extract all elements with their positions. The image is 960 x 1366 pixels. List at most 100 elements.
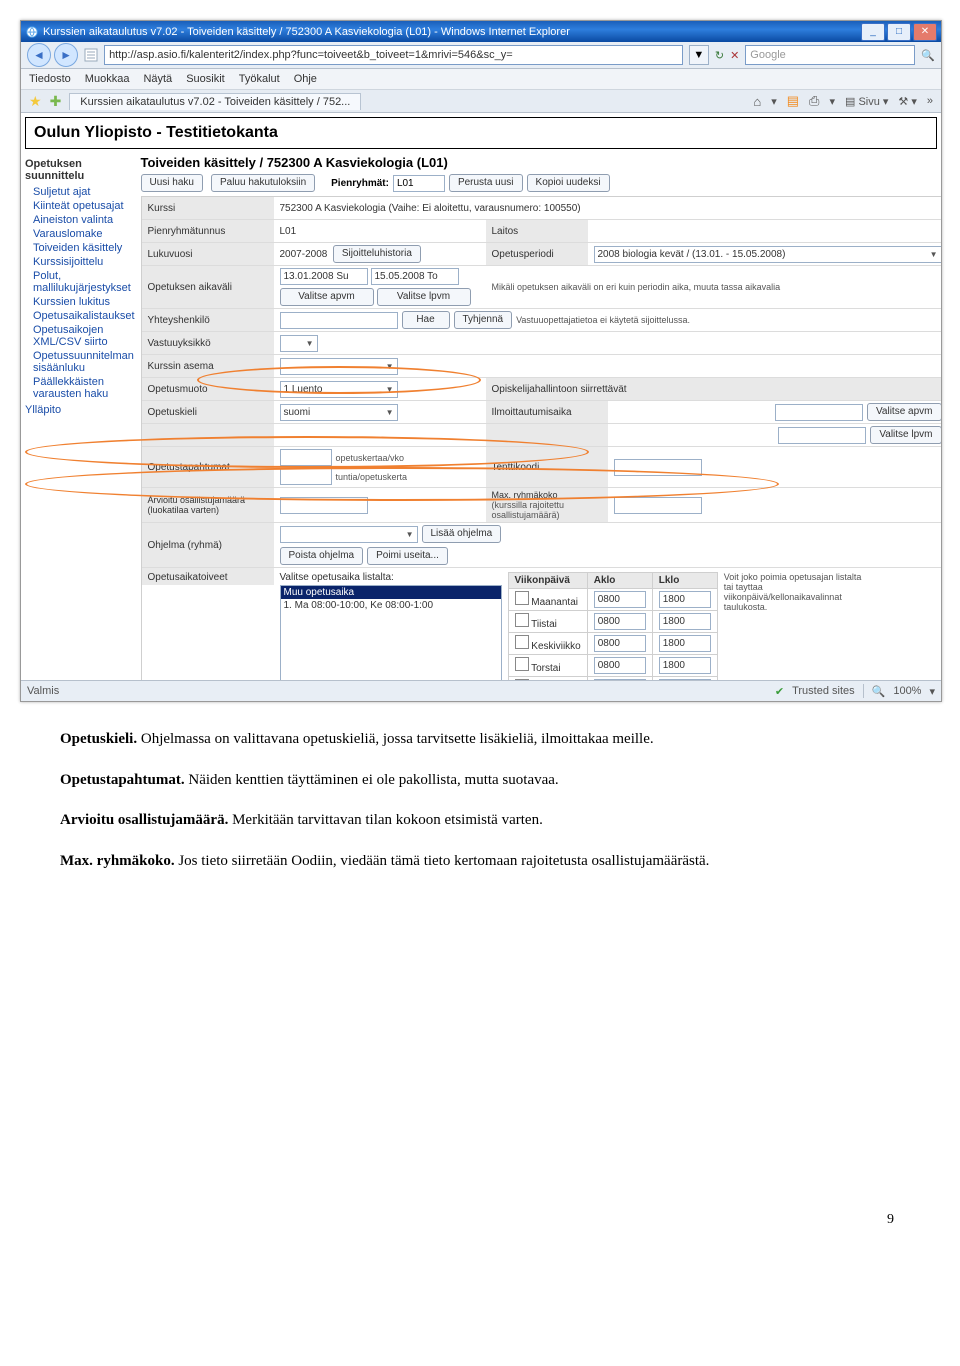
refresh-icon[interactable]: ↻ (715, 49, 724, 62)
lklo-input[interactable]: 1800 (659, 635, 711, 652)
pienryhma-value: L01 (274, 220, 486, 242)
opetuskieli-select[interactable]: suomi▼ (280, 404, 398, 421)
day-checkbox[interactable] (515, 613, 529, 627)
url-input[interactable]: http://asp.asio.fi/kalenterit2/index.php… (104, 45, 683, 65)
close-button[interactable]: ✕ (913, 23, 937, 41)
lklo-input[interactable]: 1800 (659, 657, 711, 674)
sidebar-item[interactable]: Opetussuunnitelman sisäänluku (25, 349, 135, 375)
ilmo-lpvm-button[interactable]: Valitse lpvm (870, 426, 941, 444)
sidebar-item[interactable]: Varauslomake (25, 227, 135, 241)
back-button[interactable]: ◄ (27, 43, 51, 67)
poista-ohjelma-button[interactable]: Poista ohjelma (280, 547, 364, 565)
ilmo-lpvm-input[interactable] (778, 427, 866, 444)
menu-muokkaa[interactable]: Muokkaa (85, 73, 130, 85)
col-lklo: Lklo (652, 573, 717, 589)
asema-select[interactable]: ▼ (280, 358, 398, 375)
home-icon[interactable]: ⌂ (753, 94, 761, 109)
sidebar-section-2: Ylläpito (25, 401, 135, 419)
ohjelma-select[interactable]: ▼ (280, 526, 418, 543)
sidebar-item[interactable]: Opetusaikojen XML/CSV siirto (25, 323, 135, 349)
list-item[interactable]: 1. Ma 08:00-10:00, Ke 08:00-1:00 (281, 599, 501, 612)
forward-button[interactable]: ► (54, 43, 78, 67)
opetusperiodi-select[interactable]: 2008 biologia kevät / (13.01. - 15.05.20… (594, 246, 942, 263)
document-body: Opetuskieli. Ohjelmassa on valittavana o… (60, 728, 900, 872)
valitse-lpvm-button[interactable]: Valitse lpvm (377, 288, 471, 306)
zoom-icon[interactable]: 🔍 (872, 685, 886, 698)
yhteyshenkilo-input[interactable] (280, 312, 398, 329)
tools-menu[interactable]: ⚒ ▾ (898, 95, 916, 108)
min-button[interactable]: _ (861, 23, 885, 41)
menu-suosikit[interactable]: Suosikit (186, 73, 225, 85)
loppupvm-input[interactable]: 15.05.2008 To (371, 268, 459, 285)
perusta-uusi-button[interactable]: Perusta uusi (449, 174, 523, 192)
valitse-apvm-button[interactable]: Valitse apvm (280, 288, 374, 306)
tuntia-kerta-input[interactable] (280, 468, 332, 485)
menu-nayta[interactable]: Näytä (143, 73, 172, 85)
arvioitu-input[interactable] (280, 497, 368, 514)
expand-icon[interactable]: » (927, 95, 933, 107)
day-checkbox[interactable] (515, 657, 529, 671)
aklo-input[interactable]: 0800 (594, 657, 646, 674)
feed-icon[interactable]: ▤ (787, 93, 799, 109)
tyhjenna-button[interactable]: Tyhjennä (454, 311, 513, 329)
sidebar-item[interactable]: Päällekkäisten varausten haku (25, 375, 135, 401)
opetusaikatoiveet-label: Opetusaikatoiveet (142, 568, 274, 585)
aklo-input[interactable]: 0800 (594, 635, 646, 652)
status-text: Valmis (27, 685, 59, 697)
max-button[interactable]: □ (887, 23, 911, 41)
menu-tyokalut[interactable]: Työkalut (239, 73, 280, 85)
aikavali-note: Mikäli opetuksen aikaväli on eri kuin pe… (486, 266, 942, 308)
menu-bar: Tiedosto Muokkaa Näytä Suosikit Työkalut… (21, 69, 941, 90)
uusi-haku-button[interactable]: Uusi haku (141, 174, 203, 192)
menu-ohje[interactable]: Ohje (294, 73, 317, 85)
menu-tiedosto[interactable]: Tiedosto (29, 73, 71, 85)
kertaa-vko-input[interactable] (280, 449, 332, 466)
kertaa-vko-label: opetuskertaa/vko (336, 453, 405, 463)
alkupvm-input[interactable]: 13.01.2008 Su (280, 268, 368, 285)
pienryhmat-value: L01 (393, 175, 445, 192)
opiskelijahallinto-label: Opiskelijahallintoon siirrettävät (486, 378, 942, 400)
page-menu[interactable]: ▤ Sivu ▾ (845, 95, 888, 108)
poimi-useita-button[interactable]: Poimi useita... (367, 547, 448, 565)
ilmo-apvm-input[interactable] (775, 404, 863, 421)
paluu-button[interactable]: Paluu hakutuloksiin (211, 174, 315, 192)
aklo-input[interactable]: 0800 (594, 591, 646, 608)
opetusmuoto-select[interactable]: 1 Luento▼ (280, 381, 398, 398)
hae-button[interactable]: Hae (402, 311, 450, 329)
sidebar-item[interactable]: Kiinteät opetusajat (25, 199, 135, 213)
search-input[interactable]: Google (745, 45, 915, 65)
vastuuyksikko-select[interactable]: ▼ (280, 335, 318, 352)
sidebar-item[interactable]: Aineiston valinta (25, 213, 135, 227)
kopioi-uudeksi-button[interactable]: Kopioi uudeksi (527, 174, 610, 192)
aikavali-label: Opetuksen aikaväli (142, 266, 274, 308)
sidebar-item[interactable]: Kurssisijoittelu (25, 255, 135, 269)
yhteyshenkilo-label: Yhteyshenkilö (142, 309, 274, 331)
go-button[interactable]: ▼ (689, 45, 709, 65)
sijoitteluhistoria-button[interactable]: Sijoitteluhistoria (333, 245, 421, 263)
sidebar-item[interactable]: Opetusaikalistaukset (25, 309, 135, 323)
favorites-icon[interactable]: ★ (29, 93, 42, 110)
aklo-input[interactable]: 0800 (594, 613, 646, 630)
opetusaika-listbox[interactable]: Muu opetusaika 1. Ma 08:00-10:00, Ke 08:… (280, 585, 502, 681)
sidebar-item[interactable]: Kurssien lukitus (25, 295, 135, 309)
lklo-input[interactable]: 1800 (659, 591, 711, 608)
add-favorite-icon[interactable]: ✚ (50, 93, 62, 110)
day-checkbox[interactable] (515, 591, 529, 605)
sidebar-item[interactable]: Polut, mallilukujärjestykset (25, 269, 135, 295)
yhteyshenkilo-note: Vastuuopettajatietoa ei käytetä sijoitte… (516, 315, 690, 325)
browser-tab[interactable]: Kurssien aikataulutus v7.02 - Toiveiden … (69, 93, 361, 110)
list-item[interactable]: Muu opetusaika (281, 586, 501, 599)
sidebar-item[interactable]: Suljetut ajat (25, 185, 135, 199)
ilmo-apvm-button[interactable]: Valitse apvm (867, 403, 941, 421)
tenttikoodi-input[interactable] (614, 459, 702, 476)
day-checkbox[interactable] (515, 635, 529, 649)
search-button[interactable]: 🔍 (921, 49, 935, 62)
stop-icon[interactable]: ✕ (730, 49, 739, 62)
sidebar-item[interactable]: Toiveiden käsittely (25, 241, 135, 255)
lisaa-ohjelma-button[interactable]: Lisää ohjelma (422, 525, 502, 543)
lklo-input[interactable]: 1800 (659, 613, 711, 630)
max-ryhmakoko-input[interactable] (614, 497, 702, 514)
window-titlebar: Kurssien aikataulutus v7.02 - Toiveiden … (21, 21, 941, 42)
print-icon[interactable]: ⎙ (809, 93, 819, 109)
term-opetuskieli: Opetuskieli. (60, 731, 137, 747)
